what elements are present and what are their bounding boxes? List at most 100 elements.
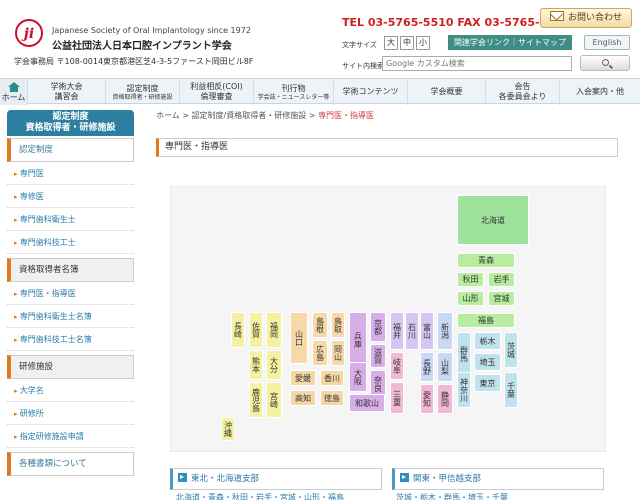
prefecture-nagano[interactable]: 長野 [420,352,434,382]
nav-about[interactable]: 学会概要 [408,79,486,105]
prefecture-kagoshima[interactable]: 鹿児島 [249,382,263,418]
nav-contents[interactable]: 学術コンテンツ [334,79,408,105]
region-kanto-pref-list[interactable]: 茨城・栃木・群馬・埼玉・千葉 [396,492,508,500]
search-input[interactable] [382,56,572,71]
prefecture-gifu[interactable]: 岐阜 [390,352,404,380]
sidebar-item-technician-roster[interactable]: 専門歯科技工士名簿 [7,328,134,351]
society-logo-icon[interactable]: ji [14,18,44,48]
sidebar-item-specialist[interactable]: 専門医 [7,162,134,185]
sidebar-item-training-centers[interactable]: 研修所 [7,402,134,425]
prefecture-tochigi[interactable]: 栃木 [474,332,501,350]
prefecture-yamagata[interactable]: 山形 [457,291,484,306]
prefecture-kumamoto[interactable]: 熊本 [249,350,263,380]
region-tohoku-pref-list[interactable]: 北海道・青森・秋田・岩手・宮城・山形・福島 [176,492,344,500]
prefecture-hiroshima[interactable]: 広島 [312,340,328,366]
office-address: 学会事務局 〒108-0014東京都港区芝4-3-5ファースト岡田ビル8F [14,57,254,66]
prefecture-fukui[interactable]: 福井 [390,312,404,350]
region-tohoku-hokkaido[interactable]: 東北・北海道支部 [170,468,382,490]
prefecture-gunma[interactable]: 群馬 [457,332,471,376]
prefecture-miyagi[interactable]: 宮城 [488,291,515,306]
font-size-small-button[interactable]: 小 [416,36,430,50]
nav-sublabel: 倫理審査 [200,92,233,101]
search-icon [601,59,609,66]
prefecture-wakayama[interactable]: 和歌山 [349,394,385,412]
prefecture-fukuoka[interactable]: 福岡 [266,312,282,348]
contact-button[interactable]: お問い合わせ [540,8,632,28]
tel-number: 03-5765-5510 [367,16,454,29]
sidebar: 認定制度 資格取得者・研修施設 認定制度 専門医 専修医 専門歯科衛生士 専門歯… [7,110,134,476]
prefecture-okinawa[interactable]: 沖縄 [221,417,235,441]
sidebar-item-facility-application[interactable]: 指定研修施設申請 [7,425,134,448]
prefecture-kyoto[interactable]: 京都 [370,312,386,342]
sidebar-section-certification[interactable]: 認定制度 [7,138,134,162]
sidebar-item-trainee[interactable]: 専修医 [7,185,134,208]
prefecture-chiba[interactable]: 千葉 [504,372,518,408]
sidebar-item-hygienist[interactable]: 専門歯科衛生士 [7,208,134,231]
prefecture-yamaguchi[interactable]: 山口 [290,312,308,364]
related-links-sitemap[interactable]: 関連学会リンク｜サイトマップ [448,35,572,50]
site-header: ji Japanese Society of Oral Implantology… [0,0,640,76]
font-size-large-button[interactable]: 大 [384,36,398,50]
prefecture-tokushima[interactable]: 徳島 [320,390,344,406]
nav-label: ホーム [1,92,26,102]
font-size-medium-button[interactable]: 中 [400,36,414,50]
search-button[interactable] [580,55,630,71]
sidebar-section-rosters: 資格取得者名簿 [7,258,134,282]
prefecture-saitama[interactable]: 埼玉 [474,353,501,371]
nav-label: 会告 [514,82,531,91]
nav-notices[interactable]: 会告 各委員会より [486,79,560,105]
region-kanto-koshinetsu[interactable]: 関東・甲信越支部 [392,468,604,490]
nav-home[interactable]: ホーム [0,79,28,105]
prefecture-okayama[interactable]: 岡山 [331,340,345,366]
prefecture-shimane[interactable]: 島根 [312,312,328,338]
prefecture-tottori[interactable]: 鳥取 [331,312,345,338]
japan-prefecture-map: 北海道青森秋田 岩手 山形 宮城福島群馬 栃木 茨城 埼玉 神奈川 東京 千葉 新潟 長野 山梨 富山 石川… [170,186,606,452]
prefecture-akita[interactable]: 秋田 [457,272,484,287]
nav-label: 刊行物 [281,83,306,93]
nav-coi[interactable]: 利益相反(COI) 倫理審査 [180,79,254,105]
prefecture-mie[interactable]: 三重 [390,382,404,414]
prefecture-tokyo[interactable]: 東京 [474,374,501,392]
prefecture-niigata[interactable]: 新潟 [437,312,453,350]
prefecture-iwate[interactable]: 岩手 [488,272,515,287]
prefecture-oita[interactable]: 大分 [266,350,282,380]
nav-publications[interactable]: 刊行物 学会誌・ニュースレター等 [254,79,334,105]
prefecture-yamanashi[interactable]: 山梨 [437,352,453,382]
prefecture-ibaraki[interactable]: 茨城 [504,332,518,368]
prefecture-hokkaido[interactable]: 北海道 [457,195,529,245]
mail-icon [549,11,564,21]
sidebar-item-technician[interactable]: 専門歯科技工士 [7,231,134,254]
prefecture-toyama[interactable]: 富山 [420,312,434,350]
nav-membership[interactable]: 入会案内・他 [560,79,640,105]
arrow-right-icon [178,473,187,482]
nav-label: 学術コンテンツ [342,87,399,96]
prefecture-saga[interactable]: 佐賀 [249,312,263,348]
prefecture-miyazaki[interactable]: 宮崎 [266,382,282,418]
prefecture-osaka[interactable]: 大阪 [349,362,367,392]
english-button[interactable]: English [584,35,630,50]
prefecture-kanagawa[interactable]: 神奈川 [457,372,471,408]
prefecture-shiga[interactable]: 滋賀 [370,344,386,368]
prefecture-ehime[interactable]: 愛媛 [290,370,316,386]
prefecture-aichi[interactable]: 愛知 [420,384,434,414]
sidebar-item-hygienist-roster[interactable]: 専門歯科衛生士名簿 [7,305,134,328]
prefecture-shizuoka[interactable]: 静岡 [437,384,453,414]
prefecture-ishikawa[interactable]: 石川 [405,312,419,350]
fax-label: FAX [457,16,481,29]
sidebar-item-universities[interactable]: 大学名 [7,379,134,402]
prefecture-kochi[interactable]: 高知 [290,390,316,406]
home-icon [7,81,20,92]
breadcrumb-home[interactable]: ホーム [156,111,180,120]
breadcrumb-mid[interactable]: 認定制度/資格取得者・研修施設 [192,111,307,120]
nav-certification[interactable]: 認定制度 資格取得者・研修施設 [106,79,180,105]
nav-academic-meeting[interactable]: 学術大会 講習会 [28,79,106,105]
prefecture-aomori[interactable]: 青森 [457,253,515,268]
prefecture-nagasaki[interactable]: 長崎 [231,312,245,348]
sidebar-item-specialist-roster[interactable]: 専門医・指導医 [7,282,134,305]
prefecture-hyogo[interactable]: 兵庫 [349,312,367,368]
tel-label: TEL [342,16,365,29]
prefecture-fukushima[interactable]: 福島 [457,313,515,328]
prefecture-kagawa[interactable]: 香川 [320,370,344,386]
nav-sublabel: 資格取得者・研修施設 [112,93,173,101]
sidebar-section-documents[interactable]: 各種書類について [7,452,134,476]
